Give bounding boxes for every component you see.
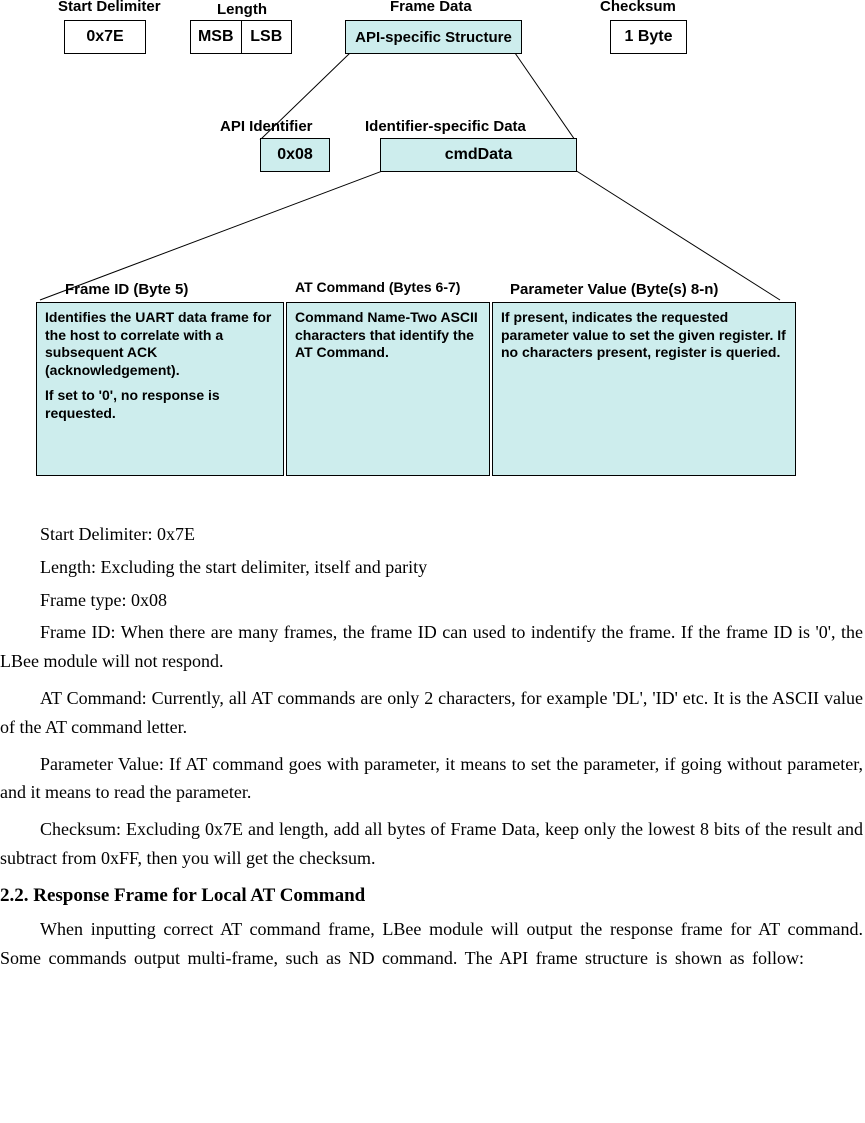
- checksum-label: Checksum: [600, 0, 676, 15]
- frame-data-box: API-specific Structure: [345, 20, 522, 54]
- length-lsb: LSB: [242, 21, 292, 53]
- section-heading: 2.2. Response Frame for Local AT Command: [0, 881, 865, 911]
- frame-data-label: Frame Data: [390, 0, 472, 15]
- identifier-data-box: cmdData: [380, 138, 577, 172]
- frame-id-note: If set to '0', no response is requested.: [45, 387, 275, 422]
- def-parameter-value-text: Parameter Value: If AT command goes with…: [0, 754, 863, 803]
- at-command-desc: Command Name-Two ASCII characters that i…: [295, 309, 481, 362]
- section-para: When inputting correct AT command frame,…: [0, 915, 865, 973]
- def-parameter-value: Parameter Value: If AT command goes with…: [0, 750, 865, 812]
- def-start-delimiter: Start Delimiter: 0x7E: [0, 520, 865, 553]
- def-checksum-text: Checksum: Excluding 0x7E and length, add…: [0, 819, 863, 868]
- frame-id-desc: Identifies the UART data frame for the h…: [45, 309, 275, 379]
- checksum-box: 1 Byte: [610, 20, 687, 54]
- def-at-command: AT Command: Currently, all AT commands a…: [0, 684, 865, 746]
- def-checksum: Checksum: Excluding 0x7E and length, add…: [0, 815, 865, 877]
- parameter-value-box: If present, indicates the requested para…: [492, 302, 796, 476]
- length-label: Length: [217, 1, 267, 18]
- frame-id-box: Identifies the UART data frame for the h…: [36, 302, 284, 476]
- at-command-label: AT Command (Bytes 6-7): [295, 279, 460, 295]
- def-length: Length: Excluding the start delimiter, i…: [0, 553, 865, 586]
- def-frame-id-text: Frame ID: When there are many frames, th…: [0, 622, 863, 671]
- start-delimiter-box: 0x7E: [64, 20, 146, 54]
- length-msb: MSB: [191, 21, 242, 53]
- section-para-text: When inputting correct AT command frame,…: [0, 919, 863, 968]
- parameter-value-desc: If present, indicates the requested para…: [501, 309, 787, 362]
- def-frame-type: Frame type: 0x08: [0, 586, 865, 619]
- at-command-box: Command Name-Two ASCII characters that i…: [286, 302, 490, 476]
- parameter-value-label: Parameter Value (Byte(s) 8-n): [510, 281, 718, 298]
- api-identifier-box: 0x08: [260, 138, 330, 172]
- start-delimiter-label: Start Delimiter: [58, 0, 161, 15]
- identifier-data-label: Identifier-specific Data: [365, 118, 526, 135]
- body-text: Start Delimiter: 0x7E Length: Excluding …: [0, 520, 865, 977]
- frame-id-label: Frame ID (Byte 5): [65, 281, 188, 298]
- def-at-command-text: AT Command: Currently, all AT commands a…: [0, 688, 863, 737]
- length-box: MSB LSB: [190, 20, 292, 54]
- def-frame-id: Frame ID: When there are many frames, th…: [0, 618, 865, 680]
- frame-structure-diagram: Start Delimiter Length Frame Data Checks…: [20, 0, 800, 490]
- api-identifier-label: API Identifier: [220, 118, 313, 135]
